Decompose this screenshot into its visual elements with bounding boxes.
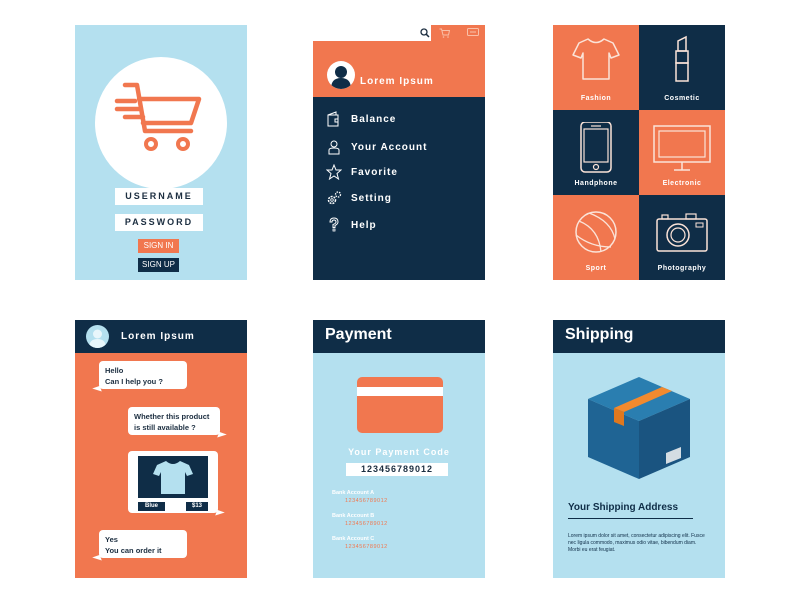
top-icons-strip	[431, 25, 485, 41]
avatar[interactable]	[327, 61, 355, 89]
menu-item-label: Help	[351, 219, 377, 231]
message-line: Can I help you ?	[105, 377, 163, 386]
chat-bubble-agent: Yes You can order it	[92, 530, 187, 564]
basketball-icon	[575, 211, 617, 253]
login-screen: USERNAME PASSWORD SIGN IN SIGN UP	[75, 25, 247, 280]
bank-account-number: 123456789012	[345, 521, 388, 527]
menu-item-setting[interactable]: Setting	[325, 189, 392, 207]
user-avatar-icon	[89, 329, 106, 348]
divider	[568, 518, 693, 519]
password-input[interactable]: PASSWORD	[115, 214, 203, 231]
payment-code-label: Your Payment Code	[348, 447, 450, 457]
bank-account-number: 123456789012	[345, 544, 388, 550]
category-label: Handphone	[574, 180, 618, 187]
bank-account-name: Bank Account B	[332, 513, 375, 519]
menu-item-label: Setting	[351, 192, 392, 204]
shipping-header: Shipping	[553, 320, 725, 353]
message-line: Yes	[105, 535, 118, 544]
category-label: Sport	[585, 265, 607, 272]
category-fashion[interactable]: Fashion	[553, 25, 639, 110]
avatar[interactable]	[86, 325, 109, 348]
monitor-icon	[653, 125, 711, 171]
message-line: You can order it	[105, 546, 162, 555]
package-box-icon	[588, 377, 690, 479]
menu-item-help[interactable]: Help	[325, 216, 377, 234]
category-label: Photography	[657, 265, 707, 272]
category-photography[interactable]: Photography	[639, 195, 725, 280]
gear-icon	[325, 189, 343, 207]
category-electronic[interactable]: Electronic	[639, 110, 725, 195]
chat-screen: Lorem Ipsum Hello Can I help you ? Wheth…	[75, 320, 247, 578]
menu-item-your-account[interactable]: Your Account	[325, 138, 427, 156]
sign-up-button[interactable]: SIGN UP	[138, 258, 179, 272]
payment-screen: Payment Your Payment Code 123456789012 B…	[313, 320, 485, 578]
category-label: Electronic	[662, 180, 702, 187]
category-sport[interactable]: Sport	[553, 195, 639, 280]
user-icon	[325, 138, 343, 156]
menu-item-label: Balance	[351, 113, 397, 125]
menu-screen: Lorem Ipsum Balance Your Account Favorit…	[313, 25, 485, 280]
chat-bubble-agent: Hello Can I help you ?	[92, 361, 187, 395]
bank-account-name: Bank Account A	[332, 490, 375, 496]
logo-circle	[95, 57, 227, 189]
question-icon	[325, 216, 343, 234]
user-avatar-icon	[331, 66, 351, 89]
chat-title: Lorem Ipsum	[121, 331, 195, 342]
chat-bubble-user: Whether this product is still available …	[128, 407, 227, 441]
chat-bubble-product[interactable]: Blue $13	[128, 451, 225, 519]
payment-code-value: 123456789012	[346, 463, 448, 476]
category-label: Fashion	[580, 95, 612, 102]
credit-card-icon	[357, 377, 443, 433]
page-title: Shipping	[565, 326, 634, 343]
message-line: Whether this product	[134, 412, 210, 421]
menu-item-label: Favorite	[351, 166, 398, 178]
shipping-address-title: Your Shipping Address	[568, 502, 679, 513]
cart-icon[interactable]	[439, 28, 450, 38]
star-icon	[325, 163, 343, 181]
bank-account-number: 123456789012	[345, 498, 388, 504]
menu-list: Balance Your Account Favorite Setting He…	[313, 97, 485, 280]
product-image	[138, 456, 208, 498]
bank-account-name: Bank Account C	[332, 536, 375, 542]
chat-icon[interactable]	[467, 28, 479, 38]
camera-icon	[656, 213, 708, 252]
menu-item-favorite[interactable]: Favorite	[325, 163, 398, 181]
menu-item-balance[interactable]: Balance	[325, 110, 396, 128]
username-input[interactable]: USERNAME	[115, 188, 203, 205]
top-bar	[313, 25, 485, 41]
message-line: is still available ?	[134, 423, 196, 432]
lipstick-icon	[675, 35, 689, 82]
product-color-tag: Blue	[138, 502, 165, 511]
wallet-icon	[325, 110, 343, 128]
category-cosmetic[interactable]: Cosmetic	[639, 25, 725, 110]
category-handphone[interactable]: Handphone	[553, 110, 639, 195]
categories-screen: Fashion Cosmetic Handphone Electronic Sp…	[553, 25, 725, 280]
message-line: Hello	[105, 366, 124, 375]
category-label: Cosmetic	[664, 95, 700, 102]
product-price-tag: $13	[186, 502, 208, 511]
phone-icon	[580, 122, 612, 173]
tshirt-icon	[572, 38, 620, 80]
page-title: Payment	[325, 326, 392, 343]
shopping-cart-icon	[114, 82, 202, 151]
payment-header: Payment	[313, 320, 485, 353]
search-icon[interactable]	[420, 28, 430, 38]
menu-item-label: Your Account	[351, 141, 428, 153]
user-name: Lorem Ipsum	[360, 76, 434, 87]
shipping-screen: Shipping Your Shipping Address Lorem ips…	[553, 320, 725, 578]
shipping-address-text: Lorem ipsum dolor sit amet, consectetur …	[568, 533, 705, 553]
sign-in-button[interactable]: SIGN IN	[138, 239, 179, 253]
tshirt-icon	[153, 461, 193, 494]
menu-header: Lorem Ipsum	[313, 41, 485, 97]
chat-header: Lorem Ipsum	[75, 320, 247, 353]
